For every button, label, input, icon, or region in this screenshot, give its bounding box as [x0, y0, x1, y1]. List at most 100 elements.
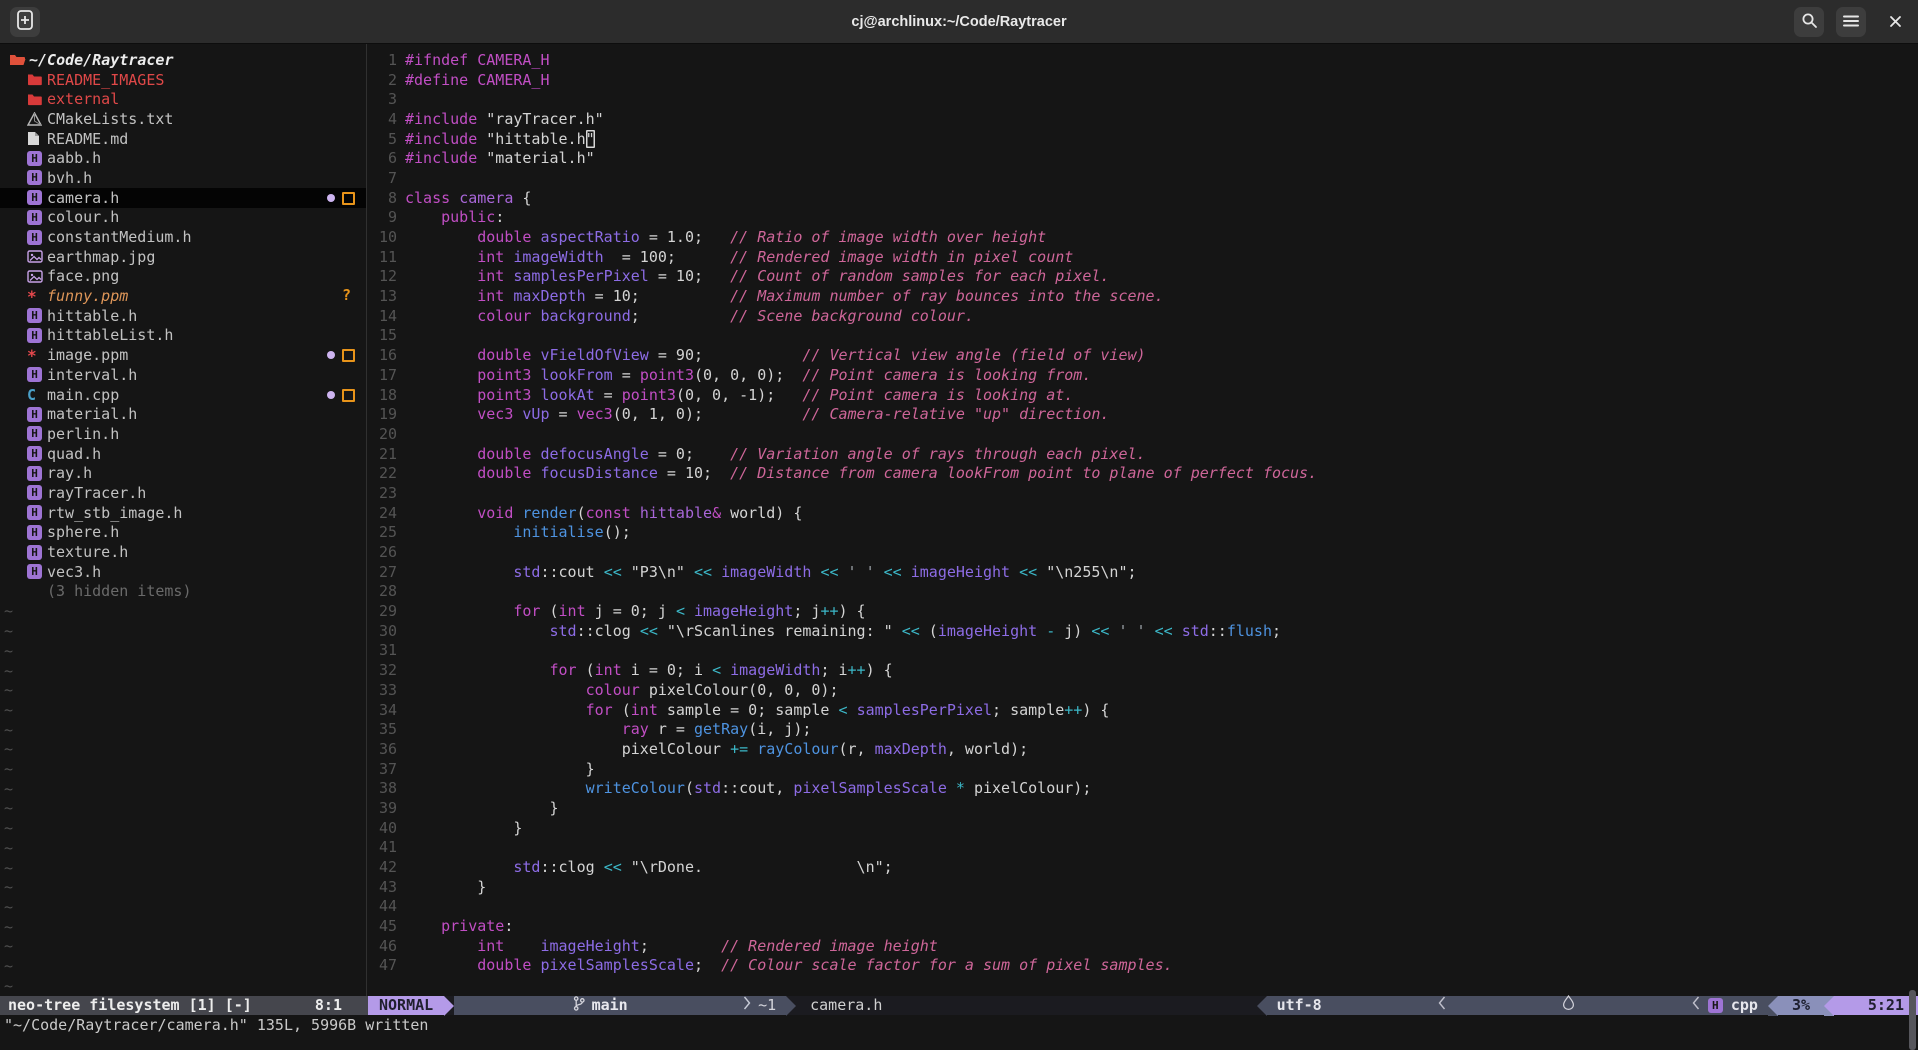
empty-line-tilde: ~: [4, 818, 13, 838]
tree-item-funny-ppm[interactable]: *funny.ppm?: [0, 286, 366, 306]
code-line-16[interactable]: 16 double vFieldOfView = 90; // Vertical…: [367, 345, 1918, 365]
code-line-45[interactable]: 45 private:: [367, 916, 1918, 936]
code-line-8[interactable]: 8class camera {: [367, 188, 1918, 208]
code-line-36[interactable]: 36 pixelColour += rayColour(r, maxDepth,…: [367, 739, 1918, 759]
tree-item-quad-h[interactable]: Hquad.h: [0, 444, 366, 464]
git-segment: main ~1: [454, 996, 786, 1016]
tree-item-external[interactable]: external: [0, 89, 366, 109]
tree-item-texture-h[interactable]: Htexture.h: [0, 542, 366, 562]
code-line-6[interactable]: 6#include "material.h": [367, 148, 1918, 168]
code-line-44[interactable]: 44: [367, 897, 1918, 917]
code-line-43[interactable]: 43 }: [367, 877, 1918, 897]
tree-item-face-png[interactable]: face.png: [0, 267, 366, 287]
tree-item-sphere-h[interactable]: Hsphere.h: [0, 523, 366, 543]
empty-line-tilde: ~: [4, 602, 13, 622]
code-line-4[interactable]: 4#include "rayTracer.h": [367, 109, 1918, 129]
code-line-25[interactable]: 25 initialise();: [367, 523, 1918, 543]
line-number: 27: [367, 563, 397, 581]
tree-item-earthmap-jpg[interactable]: earthmap.jpg: [0, 247, 366, 267]
code-line-33[interactable]: 33 colour pixelColour(0, 0, 0);: [367, 680, 1918, 700]
code-line-17[interactable]: 17 point3 lookFrom = point3(0, 0, 0); //…: [367, 365, 1918, 385]
tree-item-hittable-h[interactable]: Hhittable.h: [0, 306, 366, 326]
code-line-15[interactable]: 15: [367, 326, 1918, 346]
code-line-1[interactable]: 1#ifndef CAMERA_H: [367, 50, 1918, 70]
tree-item-readme-md[interactable]: README.md: [0, 129, 366, 149]
editor-pane[interactable]: 1#ifndef CAMERA_H2#define CAMERA_H34#inc…: [367, 44, 1918, 996]
code-line-7[interactable]: 7: [367, 168, 1918, 188]
code-line-26[interactable]: 26: [367, 542, 1918, 562]
tree-item-colour-h[interactable]: Hcolour.h: [0, 208, 366, 228]
asterisk-icon: *: [27, 287, 47, 306]
code-line-9[interactable]: 9 public:: [367, 208, 1918, 228]
tree-item-perlin-h[interactable]: Hperlin.h: [0, 424, 366, 444]
tree-item-aabb-h[interactable]: Haabb.h: [0, 148, 366, 168]
tree-item-label: sphere.h: [47, 523, 119, 541]
tree-item-image-ppm[interactable]: *image.ppm: [0, 345, 366, 365]
tree-item-ray-h[interactable]: Hray.h: [0, 463, 366, 483]
search-button[interactable]: [1794, 7, 1824, 37]
lualine-statusline: NORMAL main ~1 camera.h utf-8: [368, 996, 1918, 1016]
tree-item-raytracer-h[interactable]: HrayTracer.h: [0, 483, 366, 503]
code-line-14[interactable]: 14 colour background; // Scene backgroun…: [367, 306, 1918, 326]
code-line-22[interactable]: 22 double focusDistance = 10; // Distanc…: [367, 463, 1918, 483]
code-line-47[interactable]: 47 double pixelSamplesScale; // Colour s…: [367, 956, 1918, 976]
tree-item-label: external: [47, 90, 119, 108]
code-line-21[interactable]: 21 double defocusAngle = 0; // Variation…: [367, 444, 1918, 464]
code-line-30[interactable]: 30 std::clog << "\rScanlines remaining: …: [367, 621, 1918, 641]
code-line-46[interactable]: 46 int imageHeight; // Rendered image he…: [367, 936, 1918, 956]
terminal-scrollbar[interactable]: [1909, 990, 1916, 1050]
code-line-23[interactable]: 23: [367, 483, 1918, 503]
line-text: vec3 vUp = vec3(0, 1, 0); // Camera-rela…: [405, 405, 1109, 423]
code-line-40[interactable]: 40 }: [367, 818, 1918, 838]
code-line-35[interactable]: 35 ray r = getRay(i, j);: [367, 719, 1918, 739]
tree-item-interval-h[interactable]: Hinterval.h: [0, 365, 366, 385]
code-line-24[interactable]: 24 void render(const hittable& world) {: [367, 503, 1918, 523]
code-line-28[interactable]: 28: [367, 582, 1918, 602]
code-line-32[interactable]: 32 for (int i = 0; i < imageWidth; i++) …: [367, 660, 1918, 680]
code-line-11[interactable]: 11 int imageWidth = 100; // Rendered ima…: [367, 247, 1918, 267]
line-number: 29: [367, 602, 397, 620]
git-modified-dot: [327, 391, 335, 399]
close-button[interactable]: [1880, 7, 1910, 37]
code-line-27[interactable]: 27 std::cout << "P3\n" << imageWidth << …: [367, 562, 1918, 582]
code-line-18[interactable]: 18 point3 lookAt = point3(0, 0, -1); // …: [367, 385, 1918, 405]
line-text: double defocusAngle = 0; // Variation an…: [405, 445, 1146, 463]
code-line-20[interactable]: 20: [367, 424, 1918, 444]
code-line-3[interactable]: 3: [367, 89, 1918, 109]
tree-item-hittablelist-h[interactable]: HhittableList.h: [0, 326, 366, 346]
code-line-13[interactable]: 13 int maxDepth = 10; // Maximum number …: [367, 286, 1918, 306]
menu-button[interactable]: [1836, 7, 1866, 37]
code-line-5[interactable]: 5#include "hittable.h": [367, 129, 1918, 149]
line-number: 45: [367, 917, 397, 935]
header-file-icon: H: [27, 170, 47, 185]
empty-line-tilde: ~: [4, 917, 13, 937]
tree-item-main-cpp[interactable]: Cmain.cpp: [0, 385, 366, 405]
code-line-19[interactable]: 19 vec3 vUp = vec3(0, 1, 0); // Camera-r…: [367, 404, 1918, 424]
tree-item-camera-h[interactable]: Hcamera.h: [0, 188, 366, 208]
code-line-41[interactable]: 41: [367, 838, 1918, 858]
tree-item-material-h[interactable]: Hmaterial.h: [0, 404, 366, 424]
code-line-10[interactable]: 10 double aspectRatio = 1.0; // Ratio of…: [367, 227, 1918, 247]
empty-line-tilde: ~: [4, 799, 13, 819]
code-line-29[interactable]: 29 for (int j = 0; j < imageHeight; j++)…: [367, 601, 1918, 621]
code-line-42[interactable]: 42 std::clog << "\rDone. \n";: [367, 857, 1918, 877]
header-file-icon: H: [27, 210, 47, 225]
file-explorer[interactable]: ~/Code/Raytracer README_IMAGESexternalCM…: [0, 44, 366, 996]
line-number: 1: [367, 51, 397, 69]
tree-item-readme-images[interactable]: README_IMAGES: [0, 70, 366, 90]
tree-root[interactable]: ~/Code/Raytracer: [0, 50, 366, 70]
tree-item-vec3-h[interactable]: Hvec3.h: [0, 562, 366, 582]
tree-item-label: face.png: [47, 267, 119, 285]
tree-item-bvh-h[interactable]: Hbvh.h: [0, 168, 366, 188]
tree-item-constantmedium-h[interactable]: HconstantMedium.h: [0, 227, 366, 247]
code-line-31[interactable]: 31: [367, 641, 1918, 661]
tree-item-cmakelists-txt[interactable]: CMakeLists.txt: [0, 109, 366, 129]
code-line-38[interactable]: 38 writeColour(std::cout, pixelSamplesSc…: [367, 778, 1918, 798]
code-line-39[interactable]: 39 }: [367, 798, 1918, 818]
code-line-2[interactable]: 2#define CAMERA_H: [367, 70, 1918, 90]
tree-item-rtw-stb-image-h[interactable]: Hrtw_stb_image.h: [0, 503, 366, 523]
code-line-12[interactable]: 12 int samplesPerPixel = 10; // Count of…: [367, 267, 1918, 287]
code-line-37[interactable]: 37 }: [367, 759, 1918, 779]
line-text: double aspectRatio = 1.0; // Ratio of im…: [405, 228, 1046, 246]
code-line-34[interactable]: 34 for (int sample = 0; sample < samples…: [367, 700, 1918, 720]
